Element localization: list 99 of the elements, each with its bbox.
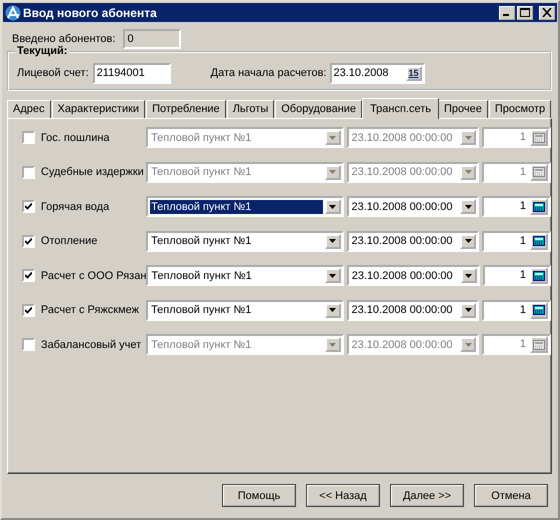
dropdown-button[interactable] [460, 199, 476, 214]
tab[interactable]: Характеристики [52, 100, 146, 118]
checkbox[interactable] [22, 200, 35, 213]
point-dropdown[interactable]: Тепловой пункт №1 [146, 334, 344, 355]
checkbox[interactable] [22, 166, 35, 178]
calculator-button[interactable] [530, 302, 548, 318]
checkbox[interactable] [22, 304, 35, 316]
minimize-button[interactable] [499, 6, 515, 20]
checkbox-label: Забалансовый учет [40, 338, 142, 350]
calculator-button[interactable] [530, 267, 548, 284]
caret-icon [464, 239, 472, 243]
date-dropdown[interactable]: 23.10.2008 00:00:00 [346, 127, 480, 148]
dropdown-button[interactable] [460, 268, 477, 283]
point-dropdown[interactable]: Тепловой пункт №1 [146, 265, 344, 286]
dialog-button[interactable]: Помощь [222, 484, 296, 507]
tab[interactable]: Адрес [7, 100, 50, 118]
calculator-icon [532, 202, 545, 212]
date-field[interactable]: 23.10.2008 15 [330, 62, 424, 84]
check-icon [24, 272, 32, 279]
group-title: Текущий: [15, 45, 70, 57]
number-field[interactable]: 1 [482, 127, 551, 148]
field-label: Введено абонентов: [12, 33, 116, 45]
point-dropdown[interactable]: Тепловой пункт №1 [146, 230, 344, 252]
caret-icon [464, 170, 472, 174]
close-icon [542, 8, 552, 17]
caret-icon [465, 274, 472, 278]
date-dropdown[interactable]: 23.10.2008 00:00:00 [346, 162, 480, 182]
caret-icon [464, 136, 472, 140]
checkbox[interactable] [22, 269, 35, 282]
number-field[interactable]: 1 [482, 196, 551, 217]
tab[interactable]: Потребление [146, 100, 226, 118]
dropdown-button[interactable] [460, 302, 476, 318]
close-button[interactable] [539, 6, 555, 20]
checkbox-label: Гос. пошлина [40, 132, 111, 144]
dropdown-button[interactable] [324, 234, 341, 248]
tab[interactable]: Просмотр [488, 100, 552, 118]
caret-icon [329, 239, 336, 243]
caret-icon [329, 170, 336, 174]
calendar-button[interactable]: 15 [406, 66, 422, 80]
number-field[interactable]: 1 [482, 265, 551, 286]
caret-icon [329, 136, 336, 140]
app-icon [5, 4, 21, 20]
dropdown-button[interactable] [324, 302, 341, 318]
tab[interactable]: Льготы [226, 100, 274, 118]
dialog-button[interactable]: << Назад [306, 484, 380, 507]
tab[interactable]: Прочее [438, 100, 488, 118]
field-label: Лицевой счет: [17, 67, 89, 79]
caret-icon [464, 308, 472, 312]
calculator-icon [532, 236, 545, 246]
checkbox-label: Судебные издержки [40, 166, 145, 178]
caret-icon [464, 204, 472, 208]
dialog-button[interactable]: Отмена [474, 484, 548, 507]
point-dropdown[interactable]: Тепловой пункт №1 [146, 127, 344, 148]
point-dropdown[interactable]: Тепловой пункт №1 [146, 196, 344, 217]
tab[interactable]: Трансп.сеть [362, 98, 440, 119]
number-field[interactable]: 1 [482, 230, 551, 252]
calculator-icon [532, 340, 545, 350]
caret-icon [329, 342, 336, 346]
number-field[interactable]: 1 [482, 300, 551, 320]
checkbox-label: Расчет с ООО Рязан [40, 270, 146, 282]
checkbox-label: Расчет с Ряжскмеж [40, 304, 140, 316]
calculator-icon [532, 167, 545, 177]
caret-icon [329, 274, 336, 278]
maximize-button[interactable] [517, 6, 533, 20]
caret-icon [329, 204, 336, 208]
check-icon [24, 238, 32, 244]
calculator-icon [532, 132, 545, 142]
checkbox-label: Отопление [40, 235, 98, 247]
count-field: 0 [123, 29, 182, 49]
check-icon [24, 306, 32, 314]
calculator-button[interactable] [530, 232, 548, 250]
calculator-button[interactable] [530, 198, 548, 215]
calculator-icon [533, 270, 545, 280]
date-dropdown[interactable]: 23.10.2008 00:00:00 [346, 334, 480, 355]
tab[interactable]: Оборудование [275, 100, 362, 118]
dropdown-button[interactable] [324, 199, 341, 214]
number-field[interactable]: 1 [482, 334, 551, 355]
checkbox[interactable] [22, 131, 35, 144]
date-dropdown[interactable]: 23.10.2008 00:00:00 [346, 265, 480, 286]
maximize-icon [520, 8, 530, 17]
dropdown-button[interactable] [324, 268, 341, 283]
window-title: Ввод нового абонента [23, 6, 158, 20]
calculator-icon [532, 305, 545, 315]
checkbox[interactable] [22, 338, 35, 351]
check-icon [24, 203, 32, 210]
checkbox[interactable] [22, 234, 35, 248]
date-dropdown[interactable]: 23.10.2008 00:00:00 [346, 196, 480, 217]
caret-icon [464, 342, 472, 346]
field-label: Дата начала расчетов: [210, 67, 326, 79]
caret-icon [329, 308, 336, 312]
dialog-button[interactable]: Далее >> [390, 484, 464, 507]
date-dropdown[interactable]: 23.10.2008 00:00:00 [346, 300, 480, 320]
account-field[interactable]: 21194001 [92, 62, 171, 84]
point-dropdown[interactable]: Тепловой пункт №1 [146, 300, 344, 320]
date-dropdown[interactable]: 23.10.2008 00:00:00 [346, 230, 480, 252]
dropdown-button[interactable] [460, 234, 476, 248]
checkbox-label: Горячая вода [40, 200, 110, 212]
point-dropdown[interactable]: Тепловой пункт №1 [146, 162, 344, 182]
number-field[interactable]: 1 [482, 162, 551, 182]
